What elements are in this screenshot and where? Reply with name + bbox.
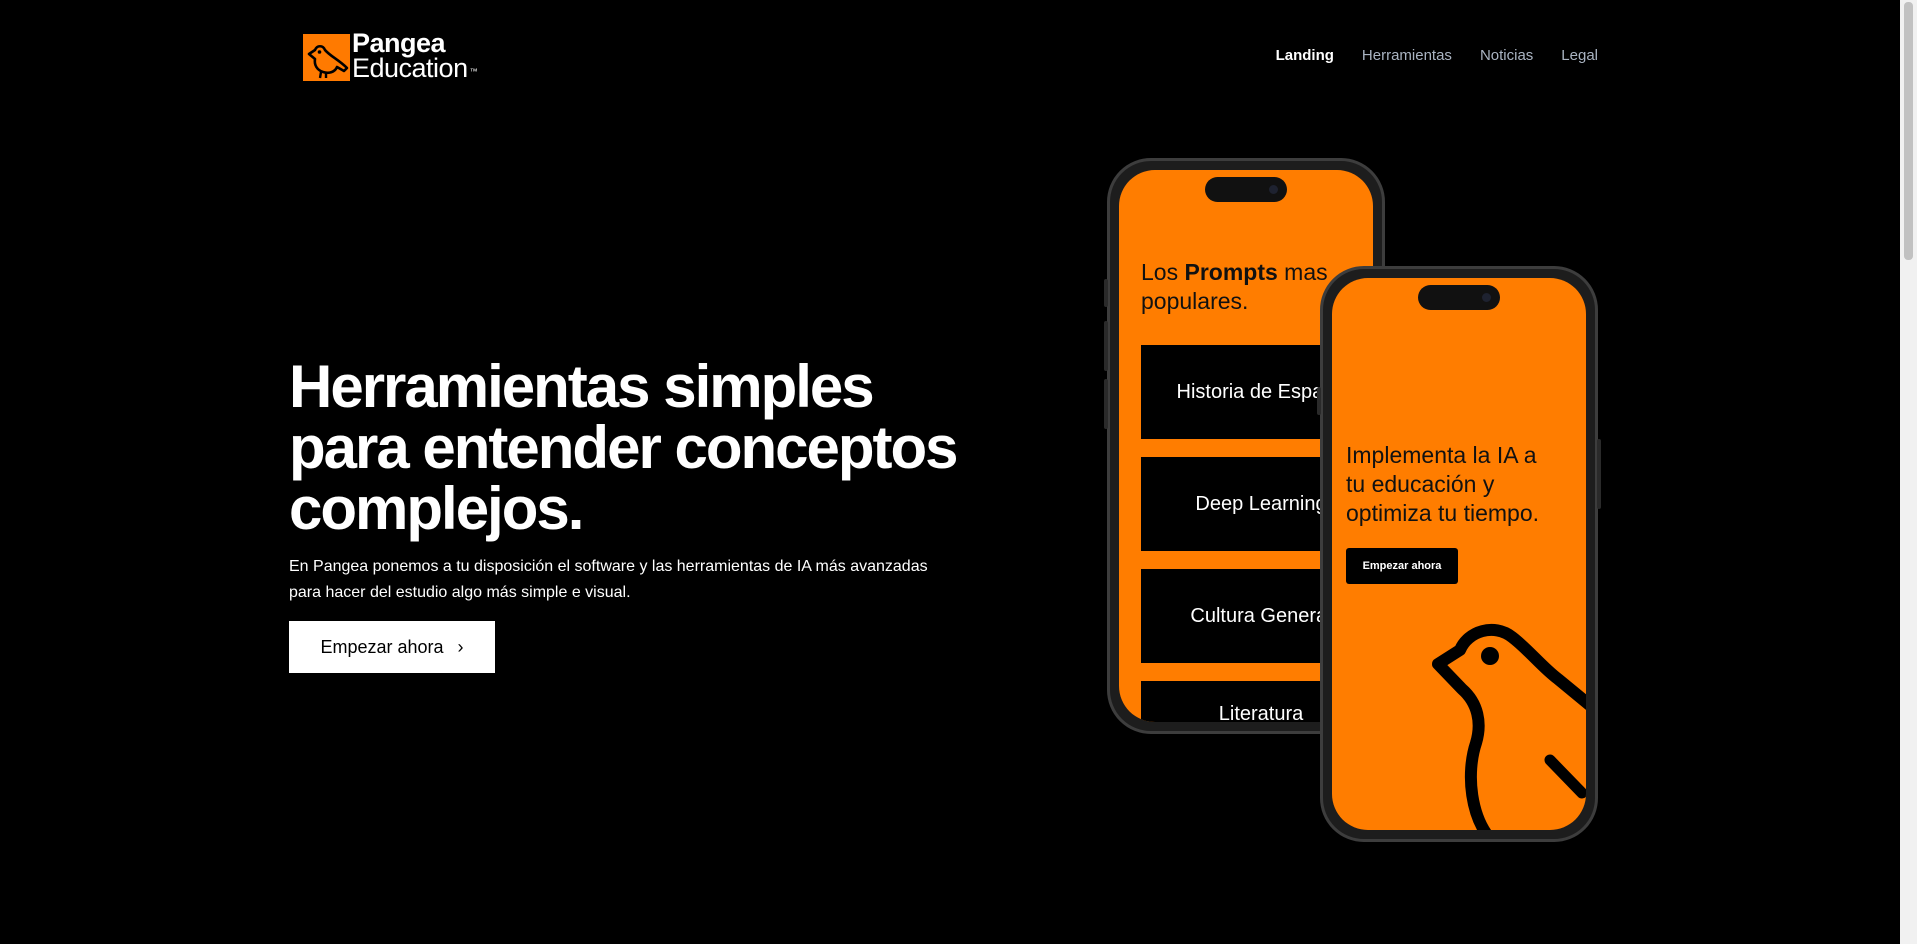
hero-description: En Pangea ponemos a tu disposición el so…	[289, 554, 989, 606]
hero-description-line: para hacer del estudio algo más simple e…	[289, 584, 631, 601]
trademark-symbol: ™	[469, 67, 478, 76]
phone-headline-line: tu educación y	[1346, 471, 1495, 497]
prompts-title-prefix: Los	[1141, 259, 1185, 285]
prompts-title: Los Prompts mas populares.	[1141, 258, 1328, 316]
page-scrollbar[interactable]	[1900, 0, 1917, 944]
phone-headline-line: Implementa la IA a	[1346, 442, 1537, 468]
hero-title: Herramientas simples para entender conce…	[289, 356, 1019, 539]
nav-landing[interactable]: Landing	[1276, 47, 1334, 64]
scrollbar-thumb[interactable]	[1904, 2, 1913, 260]
hero-title-line: Herramientas simples	[289, 353, 875, 420]
logo-line-2: Education	[352, 53, 468, 83]
phone-side-button	[1104, 321, 1108, 371]
hero-title-line: para entender conceptos	[289, 414, 959, 481]
phone-side-button	[1317, 387, 1321, 415]
nav-noticias[interactable]: Noticias	[1480, 47, 1533, 64]
empezar-ahora-button[interactable]: Empezar ahora ›	[289, 621, 495, 673]
prompts-title-suffix: mas	[1277, 259, 1328, 285]
phone-side-button	[1597, 439, 1601, 509]
main-nav: Landing Herramientas Noticias Legal	[1276, 47, 1598, 64]
hero-description-line: En Pangea ponemos a tu disposición el so…	[289, 558, 928, 575]
prompts-title-line2: populares.	[1141, 288, 1249, 314]
brand-logo[interactable]: Pangea Education ™	[303, 30, 478, 84]
nav-herramientas[interactable]: Herramientas	[1362, 47, 1452, 64]
bird-icon	[1432, 623, 1586, 830]
phone-mockup-cta: Implementa la IA a tu educación y optimi…	[1317, 266, 1601, 842]
phone-side-button	[1104, 379, 1108, 429]
camera-icon	[1269, 185, 1278, 194]
phone-headline-line: optimiza tu tiempo.	[1346, 500, 1540, 526]
dynamic-island	[1418, 285, 1500, 310]
phone-screen: Implementa la IA a tu educación y optimi…	[1332, 278, 1586, 830]
nav-legal[interactable]: Legal	[1561, 47, 1598, 64]
dynamic-island	[1205, 177, 1287, 202]
hero-title-line: complejos.	[289, 475, 584, 542]
cta-label: Empezar ahora	[320, 636, 444, 657]
camera-icon	[1482, 293, 1491, 302]
prompts-title-bold: Prompts	[1184, 259, 1278, 285]
chevron-right-icon: ›	[457, 636, 464, 657]
phone-side-button	[1104, 279, 1108, 307]
bird-logo-icon	[303, 34, 350, 81]
phone-headline: Implementa la IA a tu educación y optimi…	[1346, 441, 1576, 528]
phone-empezar-ahora-button[interactable]: Empezar ahora	[1346, 548, 1458, 584]
